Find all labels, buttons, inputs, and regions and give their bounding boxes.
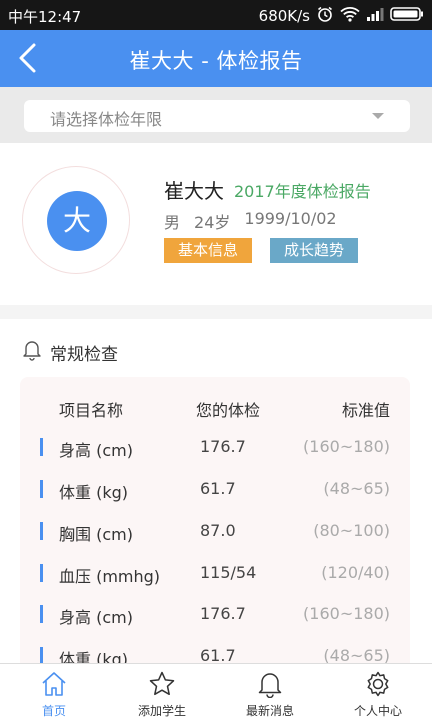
row-item-name: 体重 (kg) [59,483,128,502]
status-right: 680K/s [259,5,424,27]
column-header-standard: 标准值 [341,401,390,420]
gear-icon [364,670,392,698]
bell-icon [22,339,42,365]
student-age: 24岁 [194,213,231,232]
star-icon [148,670,176,698]
year-select-placeholder: 请选择体检年限 [50,110,163,129]
row-item-name: 身高 (cm) [59,441,133,460]
row-value: 61.7 [200,479,236,498]
year-select-bar: 请选择体检年限 [0,87,432,143]
row-item-name: 血压 (mmhg) [59,567,161,586]
student-birthdate: 1999/10/02 [244,209,337,228]
row-item-name: 胸围 (cm) [59,525,133,544]
section-title: 常规检查 [50,344,118,365]
tab-label: 个人中心 [353,704,402,718]
section-header: 常规检查 [22,339,118,365]
app-header: 崔大大 - 体检报告 [0,30,432,87]
battery-icon [390,6,424,26]
row-standard: (160~180) [303,604,390,623]
row-marker [40,522,43,540]
status-time: 中午12:47 [8,8,82,26]
row-value: 176.7 [200,604,246,623]
wifi-icon [340,6,360,26]
tab-add-student[interactable]: 添加学生 [108,664,216,720]
page-title: 崔大大 - 体检报告 [129,49,303,73]
alarm-icon [316,5,334,27]
row-item-name: 身高 (cm) [59,608,133,627]
status-bar: 中午12:47 680K/s [0,0,432,30]
year-select[interactable]: 请选择体检年限 [24,100,410,132]
growth-trend-button[interactable]: 成长趋势 [270,238,359,263]
student-name: 崔大大 [164,179,224,203]
tab-label: 最新消息 [245,704,294,718]
basic-info-button[interactable]: 基本信息 [164,238,253,263]
tab-personal-center[interactable]: 个人中心 [324,664,432,720]
table-row: 身高 (cm) 176.7 (160~180) [20,432,410,462]
column-header-item: 项目名称 [59,401,124,420]
bottom-tab-bar: 首页 添加学生 最新消息 个人中心 [0,663,432,720]
avatar: 大 [47,191,107,251]
row-marker [40,647,43,663]
profile-card: 大 崔大大 2017年度体检报告 男 24岁 1999/10/02 基本信息 成… [0,143,432,305]
row-marker [40,480,43,498]
routine-check-section: 常规检查 项目名称 您的体检 标准值 身高 (cm) 176.7 (160~18… [0,319,432,663]
row-standard: (48~65) [323,646,390,663]
table-row: 血压 (mmhg) 115/54 (120/40) [20,558,410,588]
caret-down-icon [372,113,384,119]
row-value: 87.0 [200,521,236,540]
report-title: 2017年度体检报告 [234,182,371,201]
row-standard: (80~100) [313,521,390,540]
check-table: 项目名称 您的体检 标准值 身高 (cm) 176.7 (160~180) 体重… [20,377,410,663]
column-header-result: 您的体检 [196,401,261,420]
tab-home[interactable]: 首页 [0,664,108,720]
student-gender: 男 [164,213,181,232]
row-value: 61.7 [200,646,236,663]
row-marker [40,605,43,623]
home-icon [40,670,68,698]
avatar-ring: 大 [22,166,130,274]
table-row: 体重 (kg) 61.7 (48~65) [20,641,410,663]
row-marker [40,564,43,582]
row-item-name: 体重 (kg) [59,650,128,663]
tab-latest-news[interactable]: 最新消息 [216,664,324,720]
row-standard: (48~65) [323,479,390,498]
signal-icon [366,7,384,25]
row-value: 115/54 [200,563,257,582]
table-row: 体重 (kg) 61.7 (48~65) [20,474,410,504]
row-standard: (160~180) [303,437,390,456]
table-row: 身高 (cm) 176.7 (160~180) [20,599,410,629]
bell-icon [256,670,284,699]
network-speed: 680K/s [258,7,310,25]
student-info: 男 24岁 1999/10/02 [164,209,337,233]
row-value: 176.7 [200,437,246,456]
row-standard: (120/40) [321,563,390,582]
row-marker [40,438,43,456]
tab-label: 添加学生 [137,704,186,718]
tab-label: 首页 [41,704,66,718]
table-row: 胸围 (cm) 87.0 (80~100) [20,516,410,546]
